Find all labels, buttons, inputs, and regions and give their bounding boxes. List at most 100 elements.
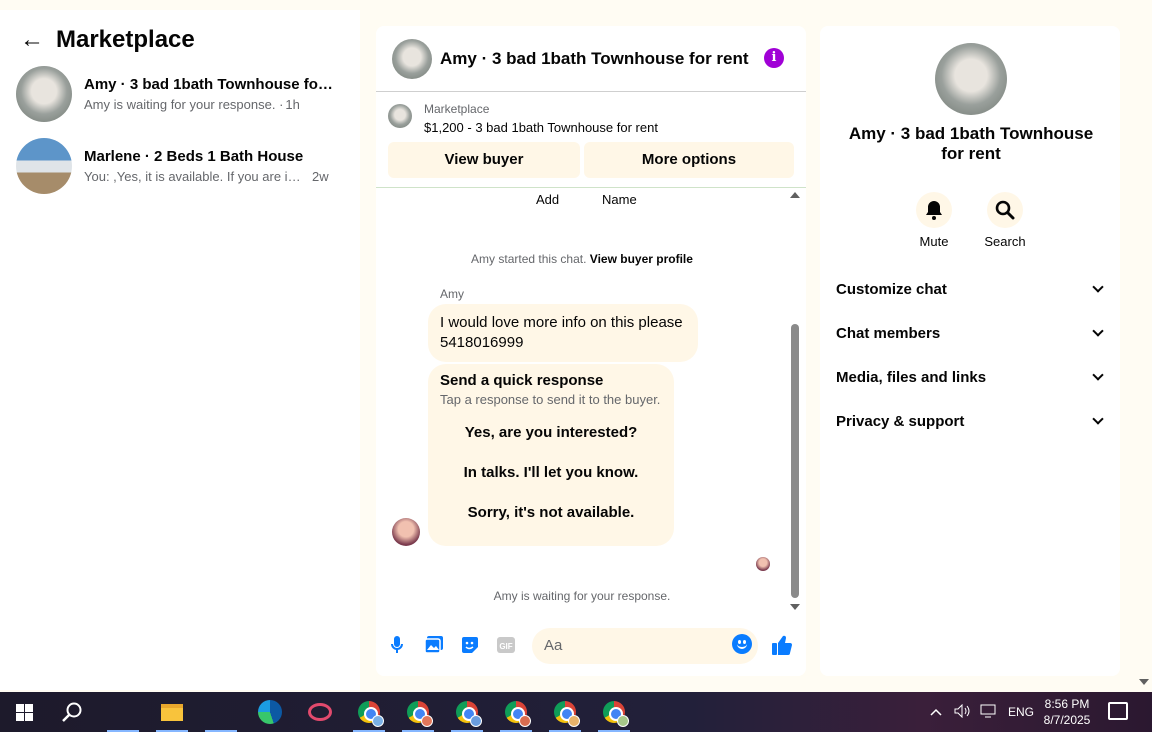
conversation-title: Amy · 3 bad 1bath Townhouse for ... bbox=[84, 76, 334, 93]
chrome-icon bbox=[407, 701, 433, 727]
snipping-tool-button[interactable] bbox=[298, 692, 342, 732]
quick-response-subtitle: Tap a response to send it to the buyer. bbox=[440, 392, 661, 407]
gif-icon[interactable]: GIF bbox=[495, 634, 517, 656]
search-taskbar-button[interactable] bbox=[50, 692, 94, 732]
message-phone-number[interactable]: 5418016999 bbox=[440, 333, 686, 353]
add-label[interactable]: Add bbox=[536, 192, 559, 207]
mute-label: Mute bbox=[919, 234, 949, 249]
taskbar-app-button[interactable] bbox=[199, 692, 243, 732]
conversation-title: Marlene · 2 Beds 1 Bath House bbox=[84, 148, 304, 165]
chrome-profile-5-button[interactable] bbox=[543, 692, 587, 732]
edge-icon bbox=[258, 700, 282, 724]
notification-center-icon[interactable] bbox=[1108, 702, 1128, 720]
chat-members-section[interactable]: Chat members bbox=[836, 319, 1108, 347]
taskbar-clock[interactable]: 8:56 PM 8/7/2025 bbox=[1040, 696, 1094, 728]
network-icon[interactable] bbox=[980, 704, 996, 721]
system-tray: ENG bbox=[930, 692, 1034, 732]
listing-thumbnail bbox=[388, 104, 412, 128]
windows-taskbar: ENG 8:56 PM 8/7/2025 bbox=[0, 692, 1152, 732]
chrome-profile-1-button[interactable] bbox=[347, 692, 391, 732]
conversation-snippet: You: ,Yes, it is available. If you are i… bbox=[84, 169, 306, 184]
microphone-icon[interactable] bbox=[386, 634, 408, 656]
emoji-icon[interactable] bbox=[732, 634, 752, 654]
chrome-icon bbox=[554, 701, 580, 727]
chrome-profile-6-button[interactable] bbox=[592, 692, 636, 732]
info-icon[interactable]: i bbox=[764, 48, 784, 68]
column-labels: Add Name bbox=[376, 192, 806, 208]
chat-started-notice: Amy started this chat. View buyer profil… bbox=[376, 252, 788, 266]
chat-title[interactable]: Amy · 3 bad 1bath Townhouse for rent bbox=[440, 49, 749, 69]
privacy-support-section[interactable]: Privacy & support bbox=[836, 407, 1108, 435]
message-text-line: I would love more info on this please bbox=[440, 314, 683, 331]
chrome-profile-4-button[interactable] bbox=[494, 692, 538, 732]
sender-avatar[interactable] bbox=[392, 518, 420, 546]
customize-chat-section[interactable]: Customize chat bbox=[836, 275, 1108, 303]
tray-overflow-chevron-icon[interactable] bbox=[930, 705, 942, 719]
search-button[interactable]: Search bbox=[975, 192, 1035, 249]
language-indicator[interactable]: ENG bbox=[1008, 705, 1034, 719]
section-label: Customize chat bbox=[836, 280, 947, 298]
conversation-time: 2w bbox=[312, 169, 329, 184]
page-scroll-down-arrow[interactable] bbox=[1139, 679, 1149, 685]
clock-date: 8/7/2025 bbox=[1043, 713, 1091, 727]
view-buyer-profile-link[interactable]: View buyer profile bbox=[590, 252, 693, 266]
chrome-icon bbox=[456, 701, 482, 727]
message-input[interactable]: Aa bbox=[532, 628, 758, 664]
quick-response-option[interactable]: In talks. I'll let you know. bbox=[428, 464, 674, 481]
chrome-profile-3-button[interactable] bbox=[445, 692, 489, 732]
conversation-time: 1h bbox=[285, 97, 300, 112]
task-view-button[interactable] bbox=[101, 692, 145, 732]
listing-price-title[interactable]: $1,200 - 3 bad 1bath Townhouse for rent bbox=[424, 120, 658, 135]
conversation-item-amy[interactable]: Amy · 3 bad 1bath Townhouse for ... Amy … bbox=[16, 65, 346, 123]
view-buyer-button[interactable]: View buyer bbox=[388, 142, 580, 178]
file-explorer-button[interactable] bbox=[150, 692, 194, 732]
quick-response-title: Send a quick response bbox=[440, 372, 604, 389]
chrome-icon bbox=[603, 701, 629, 727]
file-explorer-icon bbox=[161, 703, 183, 721]
quick-response-option[interactable]: Yes, are you interested? bbox=[428, 424, 674, 441]
conversation-snippet: Amy is waiting for your response. · bbox=[84, 97, 284, 112]
chat-avatar[interactable] bbox=[392, 38, 432, 79]
sidebar-header: ← Marketplace bbox=[20, 26, 195, 54]
scroll-down-arrow[interactable] bbox=[790, 604, 800, 610]
scroll-thumb[interactable] bbox=[791, 324, 799, 598]
marketplace-label: Marketplace bbox=[424, 102, 490, 116]
chrome-icon bbox=[505, 701, 531, 727]
info-panel-title: Amy · 3 bad 1bath Townhouse for rent bbox=[848, 124, 1094, 163]
chat-info-panel: Amy · 3 bad 1bath Townhouse for rent Mut… bbox=[820, 26, 1120, 676]
message-bubble: I would love more info on this please 54… bbox=[428, 304, 698, 362]
clock-time: 8:56 PM bbox=[1044, 697, 1090, 711]
snipping-tool-icon bbox=[308, 703, 332, 721]
chat-scrollbar[interactable] bbox=[790, 192, 800, 612]
more-options-button[interactable]: More options bbox=[584, 142, 794, 178]
listing-thumbnail bbox=[16, 138, 72, 194]
listing-thumbnail bbox=[16, 66, 72, 122]
waiting-notice: Amy is waiting for your response. bbox=[493, 589, 671, 603]
media-files-links-section[interactable]: Media, files and links bbox=[836, 363, 1108, 391]
section-label: Media, files and links bbox=[836, 368, 987, 386]
scroll-up-arrow[interactable] bbox=[790, 192, 800, 198]
windows-icon bbox=[15, 703, 33, 721]
sticker-icon[interactable] bbox=[459, 634, 481, 656]
mute-button[interactable]: Mute bbox=[904, 192, 964, 249]
listing-photo[interactable] bbox=[935, 43, 1007, 115]
conversation-item-marlene[interactable]: Marlene · 2 Beds 1 Bath House You: ,Yes,… bbox=[16, 137, 346, 195]
chevron-down-icon bbox=[1092, 281, 1104, 293]
conversation-sidebar: ← Marketplace Amy · 3 bad 1bath Townhous… bbox=[0, 10, 360, 690]
chrome-profile-2-button[interactable] bbox=[396, 692, 440, 732]
conversation-snippet-row: Amy is waiting for your response. · 1h bbox=[84, 97, 334, 112]
name-label[interactable]: Name bbox=[602, 192, 637, 207]
bell-icon bbox=[916, 192, 952, 228]
sidebar-title: Marketplace bbox=[56, 26, 195, 53]
back-arrow-icon[interactable]: ← bbox=[20, 26, 44, 53]
conversation-snippet-row: You: ,Yes, it is available. If you are i… bbox=[84, 169, 334, 184]
edge-button[interactable] bbox=[248, 692, 292, 732]
chat-header: Amy · 3 bad 1bath Townhouse for rent i bbox=[376, 26, 806, 92]
quick-response-option[interactable]: Sorry, it's not available. bbox=[428, 504, 674, 521]
start-button[interactable] bbox=[2, 692, 46, 732]
svg-text:GIF: GIF bbox=[499, 642, 512, 651]
image-icon[interactable] bbox=[423, 634, 445, 656]
volume-icon[interactable] bbox=[954, 703, 972, 721]
section-label: Privacy & support bbox=[836, 412, 965, 430]
thumbs-up-icon[interactable] bbox=[771, 634, 793, 656]
